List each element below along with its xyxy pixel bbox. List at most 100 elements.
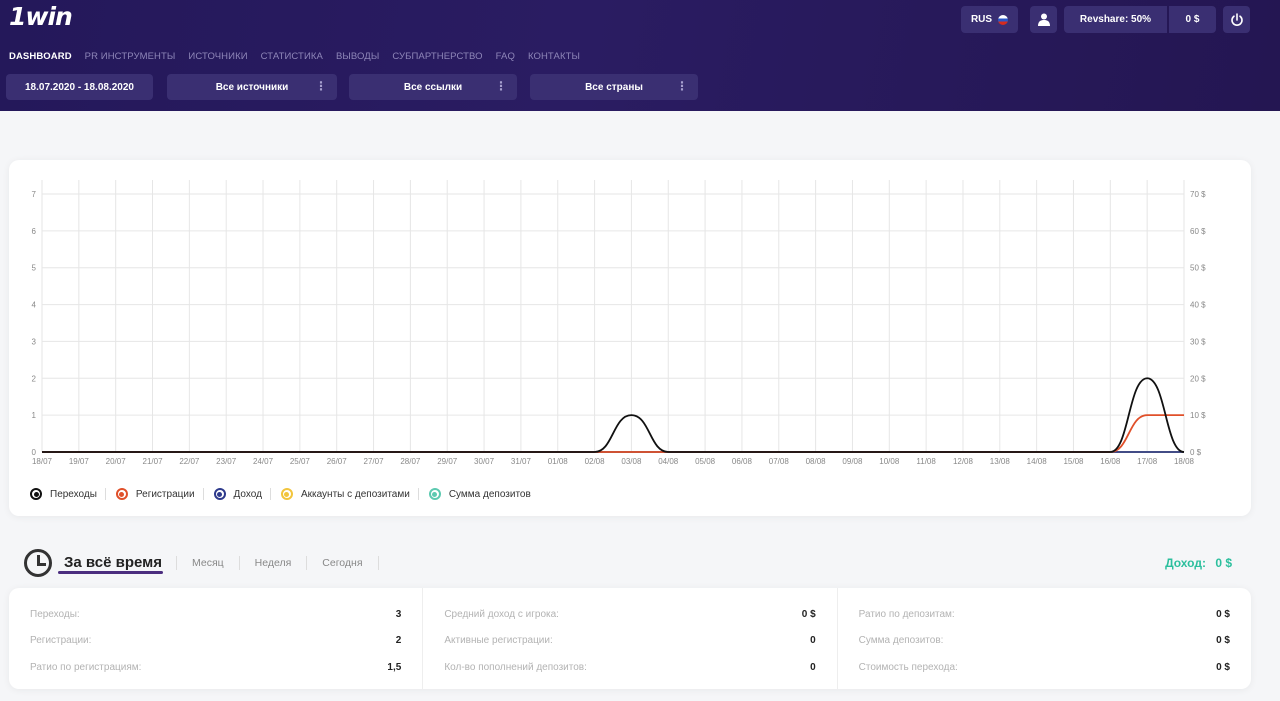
x-tick-label: 19/07 [69,457,90,466]
x-tick-label: 12/08 [953,457,974,466]
legend-divider [417,488,419,500]
x-tick-label: 31/07 [511,457,532,466]
legend-item-registrations[interactable]: Регистрации [115,488,195,500]
x-tick-label: 18/08 [1174,457,1195,466]
language-switcher[interactable]: RUS [961,6,1018,33]
stat-value: 0 $ [1216,608,1230,620]
y-tick-label-left: 7 [32,190,37,199]
legend-label: Переходы [50,488,97,500]
legend-divider [104,488,106,500]
y-tick-label-left: 0 [32,448,37,457]
y-tick-label-right: 70 $ [1190,190,1206,199]
x-tick-label: 27/07 [364,457,385,466]
nav-statistics[interactable]: СТАТИСТИКА [261,51,323,62]
stat-label: Активные регистрации: [444,635,553,647]
x-tick-label: 14/08 [1027,457,1048,466]
stat-value: 3 [395,608,402,620]
x-tick-label: 26/07 [327,457,348,466]
legend-item-deposit-accounts[interactable]: Аккаунты с депозитами [280,488,410,500]
sources-value: Все источники [215,81,289,93]
balance-badge[interactable]: 0 $ [1169,6,1216,33]
countries-filter[interactable]: Все страны ⋮ [530,74,698,100]
chart-legend: Переходы Регистрации Доход Аккаунты с де… [30,488,539,500]
user-icon [1037,13,1050,26]
income-value: 0 $ [1215,556,1232,570]
stat-label: Переходы: [30,608,80,620]
stat-value: 0 $ [801,608,816,620]
stats-card: Переходы: 3 Регистрации: 2 Ратио по регист… [9,588,1251,689]
logout-button[interactable] [1223,6,1250,33]
power-icon [1230,12,1243,26]
links-filter[interactable]: Все ссылки ⋮ [349,74,517,100]
nav-sources[interactable]: ИСТОЧНИКИ [188,51,247,62]
stat-row: Ратио по регистрациям: 1,5 [30,654,401,681]
legend-marker-icon [213,488,226,500]
nav-faq[interactable]: FAQ [496,51,515,62]
language-label: RUS [970,14,993,25]
y-tick-label-left: 2 [32,374,37,383]
links-value: Все ссылки [403,81,463,93]
stat-row: Сумма депозитов: 0 $ [859,628,1230,655]
legend-label: Сумма депозитов [448,488,531,500]
nav-dashboard[interactable]: DASHBOARD [9,51,72,62]
legend-marker-icon [115,488,128,500]
x-tick-label: 01/08 [548,457,569,466]
main-nav: DASHBOARD PR ИНСТРУМЕНТЫ ИСТОЧНИКИ СТАТИ… [9,51,593,62]
x-tick-label: 08/08 [806,457,827,466]
y-tick-label-right: 0 $ [1190,448,1202,457]
stat-value: 0 [810,661,816,673]
legend-marker-icon [428,488,441,500]
nav-contacts[interactable]: КОНТАКТЫ [528,51,580,62]
x-tick-label: 17/08 [1137,457,1158,466]
y-tick-label-right: 20 $ [1190,374,1206,383]
more-vertical-icon: ⋮ [495,79,507,93]
income-label: Доход: [1165,556,1206,570]
y-tick-label-left: 3 [32,337,37,346]
more-vertical-icon: ⋮ [676,79,688,93]
profile-button[interactable] [1030,6,1057,33]
x-tick-label: 20/07 [106,457,127,466]
countries-value: Все страны [585,81,643,93]
period-selector: За всё время Месяц Неделя Сегодня [24,549,379,577]
legend-label: Аккаунты с депозитами [300,488,410,500]
sources-filter[interactable]: Все источники ⋮ [167,74,337,100]
nav-subpartnership[interactable]: СУБПАРТНЕРСТВО [392,51,482,62]
nav-withdrawals[interactable]: ВЫВОДЫ [336,51,379,62]
stat-row: Кол-во пополнений депозитов: 0 [444,654,815,681]
y-tick-label-right: 50 $ [1190,264,1206,273]
income-summary: Доход: 0 $ [1165,556,1232,570]
stat-label: Регистрации: [30,635,92,647]
tab-month[interactable]: Месяц [175,556,240,570]
legend-item-income[interactable]: Доход [213,488,262,500]
x-tick-label: 24/07 [253,457,274,466]
nav-pr-tools[interactable]: PR ИНСТРУМЕНТЫ [85,51,176,62]
x-tick-label: 03/08 [621,457,642,466]
tab-today[interactable]: Сегодня [307,556,379,570]
stat-value: 1,5 [387,661,402,673]
legend-label: Доход [233,488,262,500]
legend-item-transitions[interactable]: Переходы [30,488,97,500]
tab-week[interactable]: Неделя [240,556,308,570]
x-tick-label: 16/08 [1100,457,1121,466]
stat-label: Ратио по депозитам: [858,608,955,620]
legend-marker-icon [30,488,42,500]
y-tick-label-right: 10 $ [1190,411,1206,420]
revshare-badge: Revshare: 50% [1064,6,1167,33]
brand-logo[interactable]: 1win [9,2,73,31]
stat-label: Сумма депозитов: [858,635,944,647]
stats-column: Средний доход с игрока: 0 $ Активные реги… [423,588,838,689]
stat-row: Стоимость перехода: 0 $ [859,654,1230,681]
stat-row: Регистрации: 2 [30,628,401,655]
x-tick-label: 30/07 [474,457,495,466]
y-tick-label-right: 60 $ [1190,227,1206,236]
y-tick-label-left: 5 [32,264,37,273]
date-range-filter[interactable]: 18.07.2020 - 18.08.2020 [6,74,153,100]
x-tick-label: 22/07 [179,457,200,466]
stat-row: Активные регистрации: 0 [444,628,815,655]
tab-all-time[interactable]: За всё время [60,553,176,573]
revshare-label: Revshare: 50% [1079,14,1152,25]
stats-column: Переходы: 3 Регистрации: 2 Ратио по регист… [9,588,424,689]
stat-label: Стоимость перехода: [858,661,958,673]
legend-item-deposit-sum[interactable]: Сумма депозитов [428,488,531,500]
balance-value: 0 $ [1185,14,1200,25]
